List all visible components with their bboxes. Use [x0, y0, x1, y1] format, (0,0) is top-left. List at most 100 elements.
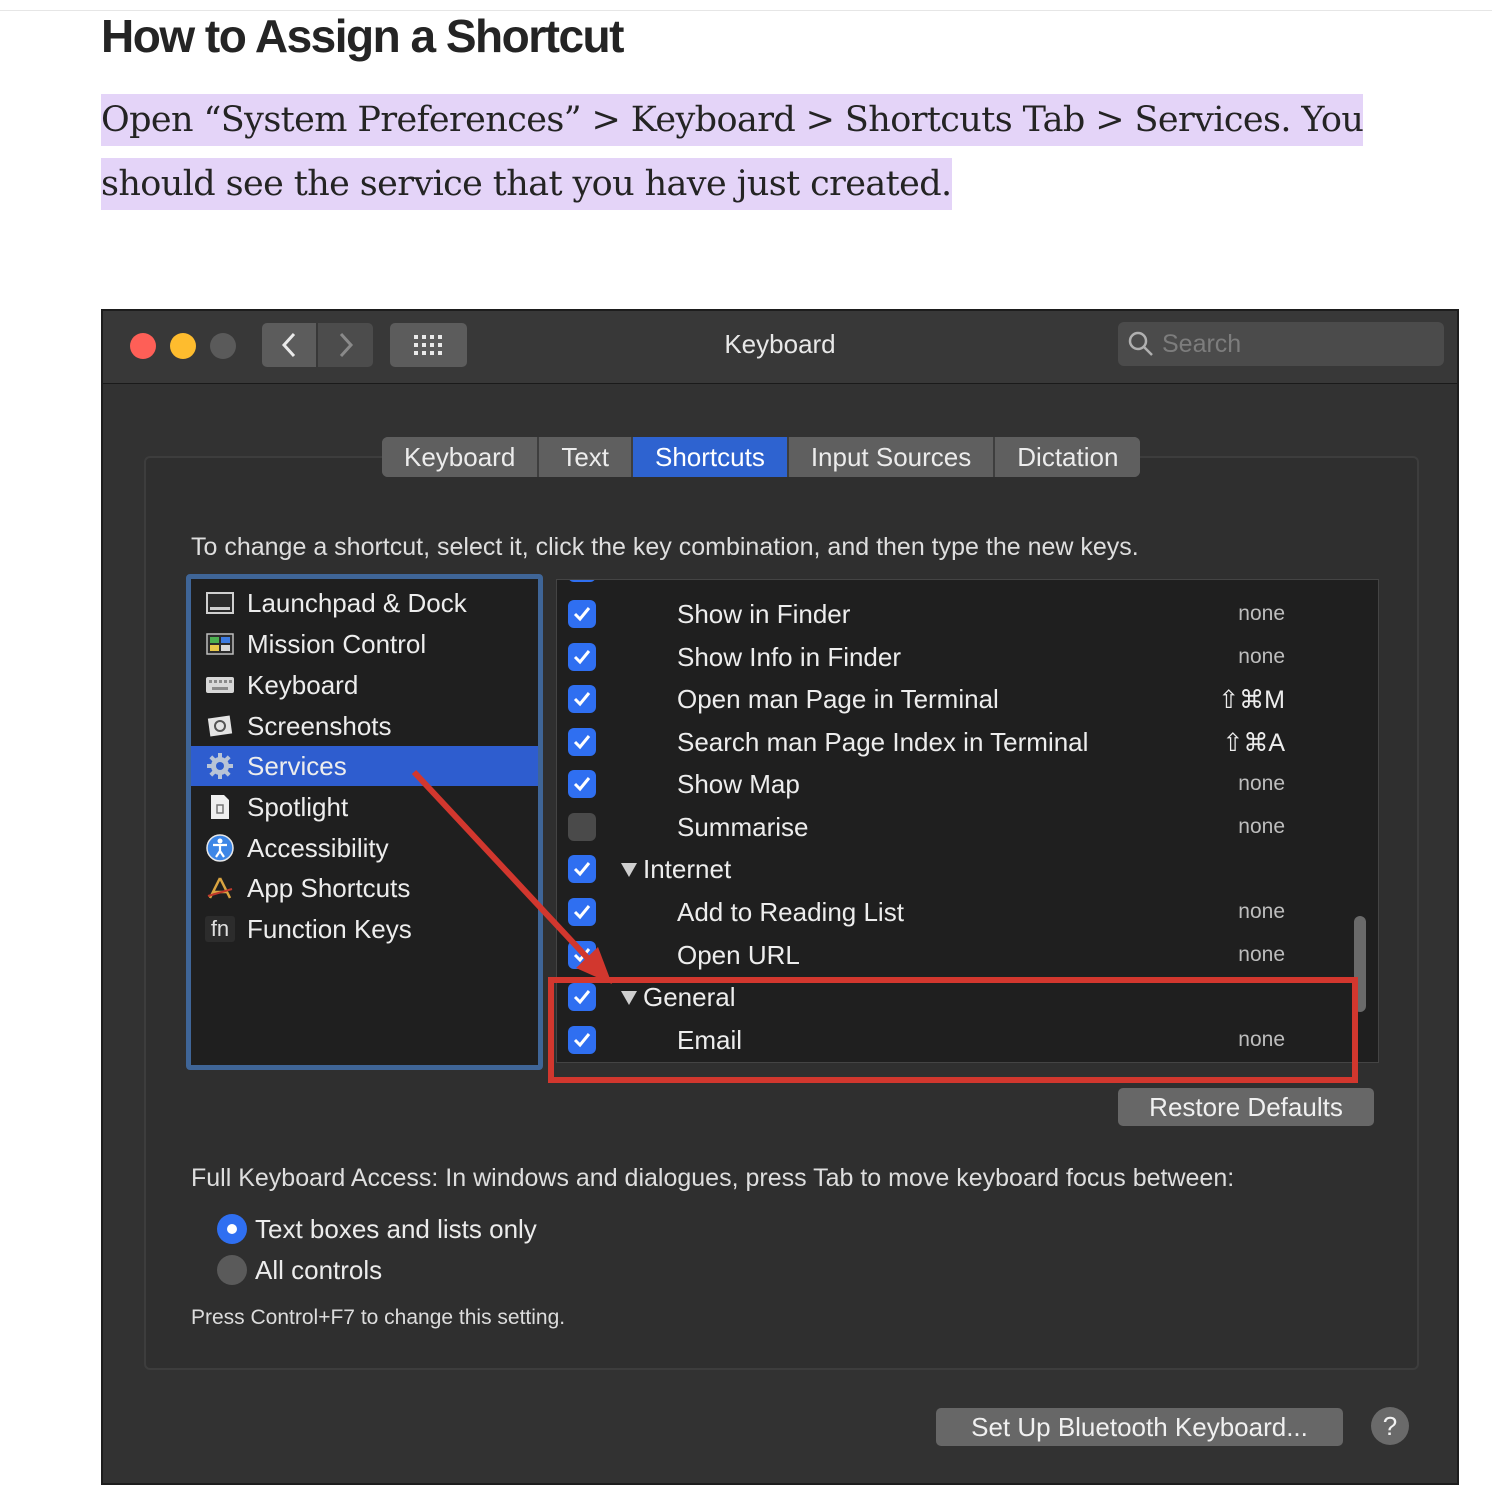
checkmark-icon [573, 777, 591, 792]
screenshots-icon [205, 713, 235, 739]
checkbox[interactable] [568, 600, 596, 628]
list-item-partial [557, 580, 1347, 590]
shortcut-value[interactable]: ⇧⌘M [1218, 685, 1285, 715]
category-spotlight[interactable]: Spotlight [191, 787, 538, 827]
category-function-keys[interactable]: fn Function Keys [191, 909, 538, 949]
hint-text: Press Control+F7 to change this setting. [191, 1306, 566, 1329]
article-paragraph: Open “System Preferences” > Keyboard > S… [101, 88, 1401, 216]
shortcut-value[interactable]: ⇧⌘A [1222, 728, 1285, 758]
accessibility-icon [205, 834, 235, 862]
checkbox[interactable] [568, 770, 596, 798]
service-row[interactable]: Open man Page in Terminal ⇧⌘M [557, 679, 1347, 721]
category-keyboard[interactable]: Keyboard [191, 665, 538, 705]
annotation-highlight-box [548, 977, 1358, 1083]
shortcut-value[interactable]: none [1238, 645, 1285, 669]
checkmark-icon [573, 905, 591, 920]
category-launchpad-dock[interactable]: Launchpad & Dock [191, 583, 538, 623]
radio-text-boxes[interactable]: Text boxes and lists only [217, 1211, 537, 1247]
radio-button-selected[interactable] [217, 1214, 247, 1244]
checkbox[interactable] [568, 685, 596, 713]
shortcut-value[interactable]: none [1238, 815, 1285, 839]
checkbox[interactable] [568, 728, 596, 756]
category-accessibility[interactable]: Accessibility [191, 828, 538, 868]
disclosure-triangle-icon[interactable] [621, 863, 637, 877]
article-heading: How to Assign a Shortcut [101, 10, 624, 62]
service-row[interactable]: Show Info in Finder none [557, 637, 1347, 679]
category-mission-control[interactable]: Mission Control [191, 624, 538, 664]
paragraph-line-2: should see the service that you have jus… [101, 158, 952, 210]
restore-defaults-button[interactable]: Restore Defaults [1118, 1088, 1374, 1126]
category-label: Launchpad & Dock [247, 587, 467, 618]
tab-keyboard[interactable]: Keyboard [382, 437, 540, 477]
keyboard-icon [205, 672, 235, 698]
help-button[interactable]: ? [1371, 1407, 1409, 1445]
spotlight-icon [205, 794, 235, 820]
instructions-text: To change a shortcut, select it, click t… [191, 533, 1139, 561]
category-label: Accessibility [247, 832, 389, 863]
radio-label: Text boxes and lists only [255, 1213, 537, 1244]
checkmark-icon [573, 948, 591, 963]
radio-all-controls[interactable]: All controls [217, 1252, 382, 1288]
shortcut-value[interactable]: none [1238, 900, 1285, 924]
shortcut-value[interactable]: none [1238, 602, 1285, 626]
shortcut-value[interactable]: none [1238, 772, 1285, 796]
checkmark-icon [573, 735, 591, 750]
category-services[interactable]: Services [191, 746, 538, 786]
fn-icon-text: fn [210, 916, 230, 941]
service-row[interactable]: Summarise none [557, 807, 1347, 849]
tab-dictation[interactable]: Dictation [995, 437, 1141, 477]
service-label: Show Map [677, 769, 800, 799]
checkmark-icon [573, 650, 591, 665]
service-row[interactable]: Show in Finder none [557, 594, 1347, 636]
radio-button[interactable] [217, 1255, 247, 1285]
category-app-shortcuts[interactable]: App Shortcuts [191, 868, 538, 908]
tab-text[interactable]: Text [539, 437, 633, 477]
service-label: Summarise [677, 812, 809, 842]
category-label: Function Keys [247, 913, 412, 944]
category-label: Mission Control [247, 628, 427, 659]
service-row[interactable]: Show Map none [557, 764, 1347, 806]
checkmark-icon [573, 607, 591, 622]
service-label: Open URL [677, 940, 800, 970]
checkbox[interactable] [568, 580, 596, 582]
service-label: Show in Finder [677, 599, 851, 629]
category-label: App Shortcuts [247, 872, 411, 903]
search-input[interactable] [1160, 328, 1424, 360]
tab-shortcuts[interactable]: Shortcuts [633, 437, 789, 477]
tab-input-sources[interactable]: Input Sources [788, 437, 996, 477]
checkmark-icon [573, 862, 591, 877]
shortcut-value[interactable]: none [1238, 943, 1285, 967]
service-group-row[interactable]: Internet [557, 849, 1347, 891]
checkbox[interactable] [568, 855, 596, 883]
checkbox[interactable] [568, 898, 596, 926]
checkbox[interactable] [568, 941, 596, 969]
app-shortcuts-icon [205, 875, 235, 901]
checkbox[interactable] [568, 813, 596, 841]
service-row[interactable]: Search man Page Index in Terminal ⇧⌘A [557, 722, 1347, 764]
search-field[interactable] [1118, 322, 1444, 366]
service-label: Show Info in Finder [677, 642, 902, 672]
category-label: Keyboard [247, 669, 359, 700]
category-label: Screenshots [247, 710, 392, 741]
setup-bluetooth-keyboard-button[interactable]: Set Up Bluetooth Keyboard... [936, 1408, 1343, 1446]
fn-icon: fn [205, 916, 235, 942]
gear-icon [205, 753, 235, 779]
service-row[interactable]: Add to Reading List none [557, 892, 1347, 934]
service-label: Add to Reading List [677, 897, 904, 927]
category-label: Spotlight [247, 791, 349, 822]
service-label: Open man Page in Terminal [677, 684, 999, 714]
checkmark-icon [573, 692, 591, 707]
checkbox[interactable] [568, 643, 596, 671]
category-screenshots[interactable]: Screenshots [191, 706, 538, 746]
category-label: Services [247, 750, 347, 781]
mission-control-icon [205, 631, 235, 657]
paragraph-line-1: Open “System Preferences” > Keyboard > S… [101, 94, 1364, 146]
keyboard-preferences-window: Keyboard Keyboard Text Shortcuts Input S… [101, 309, 1459, 1485]
service-row[interactable]: Open URL none [557, 935, 1347, 977]
tab-bar: Keyboard Text Shortcuts Input Sources Di… [382, 437, 1141, 477]
service-label: Search man Page Index in Terminal [677, 727, 1089, 757]
title-bar: Keyboard [103, 311, 1457, 384]
service-group-label: Internet [643, 854, 732, 884]
launchpad-dock-icon [205, 590, 235, 616]
full-keyboard-access-label: Full Keyboard Access: In windows and dia… [191, 1164, 1235, 1192]
